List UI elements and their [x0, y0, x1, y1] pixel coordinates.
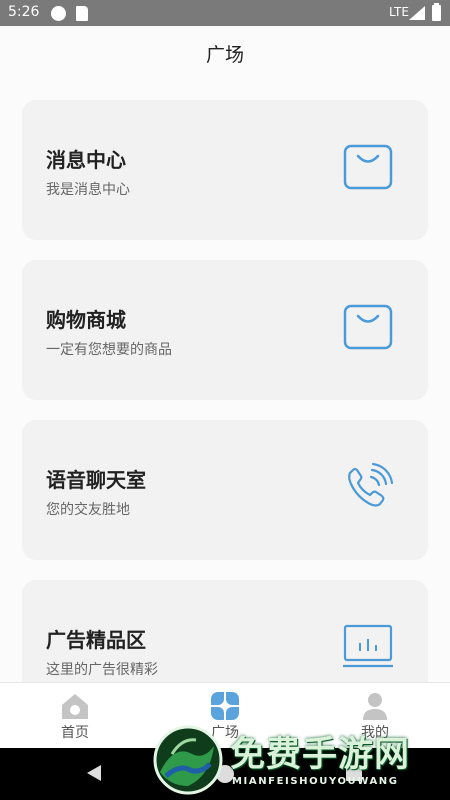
nav-label-home: 首页 — [61, 725, 89, 741]
card-subtitle: 您的交友胜地 — [46, 502, 130, 518]
card-title: 消息中心 — [46, 148, 126, 172]
status-time: 5:26 — [8, 4, 40, 20]
battery-icon — [432, 3, 441, 21]
card-subtitle: 这里的广告很精彩 — [46, 662, 158, 678]
clover-icon — [211, 692, 239, 720]
card-subtitle: 我是消息中心 — [46, 182, 130, 198]
card-message-center[interactable]: 消息中心 我是消息中心 — [22, 100, 428, 240]
shopping-bag-icon — [343, 304, 393, 350]
card-subtitle: 一定有您想要的商品 — [46, 342, 172, 358]
card-title: 广告精品区 — [46, 628, 146, 652]
nav-tab-home[interactable]: 首页 — [20, 683, 130, 749]
status-bar: 5:26 LTE — [0, 0, 450, 26]
back-icon[interactable] — [86, 764, 102, 782]
watermark-logo-icon — [153, 725, 223, 795]
shopping-bag-icon — [343, 144, 393, 190]
watermark-text: 免费手游网 — [230, 734, 411, 775]
notification-dot-icon — [51, 6, 66, 21]
page-title: 广场 — [205, 44, 244, 66]
sd-card-icon — [76, 6, 88, 21]
card-voice-chat-room[interactable]: 语音聊天室 您的交友胜地 — [22, 420, 428, 560]
network-type: LTE — [389, 5, 409, 19]
watermark-subtext: MIANFEISHOUYOUWANG — [232, 776, 399, 787]
card-title: 语音聊天室 — [46, 468, 146, 492]
signal-icon — [409, 6, 425, 20]
watermark: 免费手游网 MIANFEISHOUYOUWANG — [150, 722, 450, 800]
home-icon — [62, 694, 88, 719]
card-title: 购物商城 — [46, 308, 126, 332]
user-icon — [363, 693, 387, 720]
monitor-chart-icon — [343, 624, 393, 668]
card-shopping-mall[interactable]: 购物商城 一定有您想要的商品 — [22, 260, 428, 400]
phone-call-icon — [348, 463, 394, 507]
